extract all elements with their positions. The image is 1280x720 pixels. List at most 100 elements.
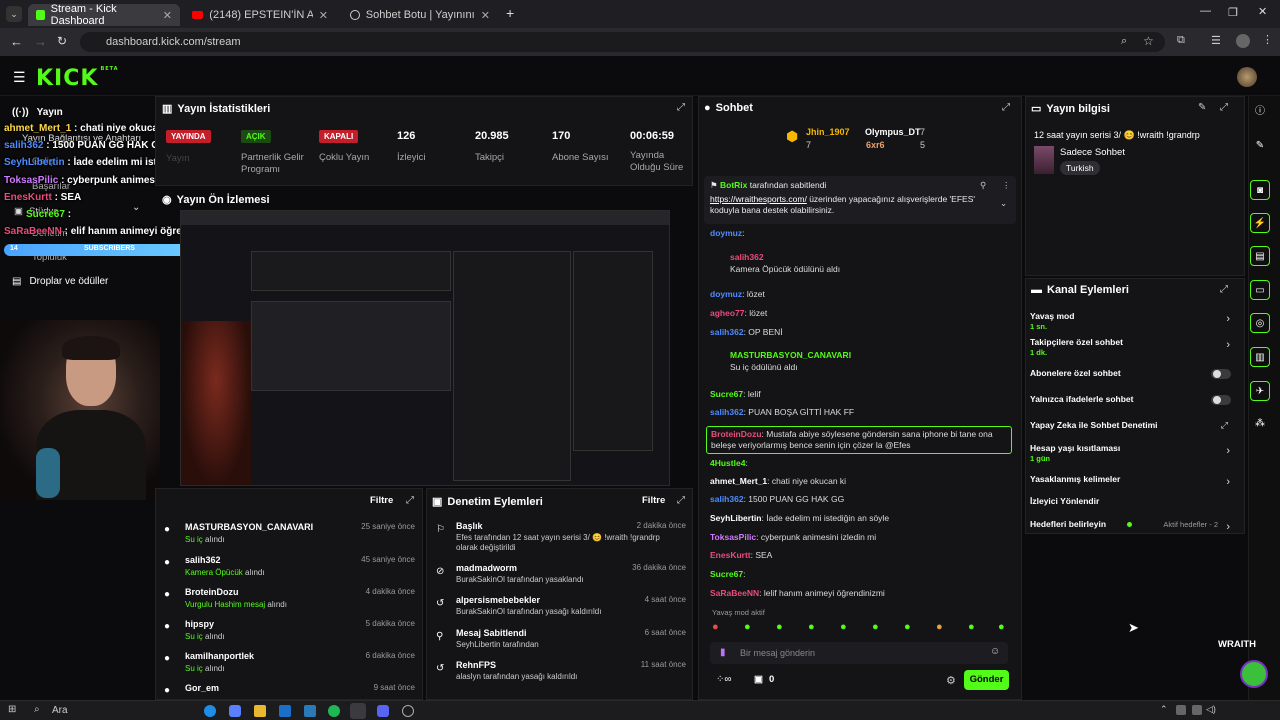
profile-avatar-icon[interactable] bbox=[1236, 34, 1250, 48]
expand-icon[interactable]: ⤢ bbox=[677, 102, 685, 113]
emote-icon[interactable]: ● bbox=[712, 621, 719, 633]
chat-username[interactable]: Sucre67 bbox=[710, 389, 743, 399]
chat-message[interactable]: doymuz: lözet bbox=[710, 289, 765, 299]
chat-message[interactable]: salih362: OP BENİ bbox=[710, 327, 783, 337]
channel-points-icon[interactable]: ⁘∞ bbox=[716, 674, 732, 685]
moderation-filter-button[interactable]: Filtre bbox=[642, 495, 665, 506]
outlook-icon[interactable] bbox=[279, 705, 291, 717]
zoom-icon[interactable]: ⌕ bbox=[1121, 35, 1127, 48]
connections-icon[interactable]: ⁂ bbox=[1250, 414, 1270, 434]
channel-action-row[interactable]: Hedefleri belirleyin › Aktif hedefler - 2 bbox=[1030, 519, 1238, 543]
reload-icon[interactable]: ↻ bbox=[57, 34, 67, 48]
moderation-row[interactable]: ↺ alpersismebebekler 4 saat önce BurakSa… bbox=[436, 595, 688, 625]
stream-preview-video[interactable] bbox=[180, 210, 670, 486]
close-icon[interactable]: ✕ bbox=[481, 9, 490, 22]
chat-message[interactable]: 4Hustle4: bbox=[710, 458, 748, 468]
document-icon[interactable]: ▤ bbox=[1250, 246, 1270, 266]
chat-settings-icon[interactable]: ⚙ bbox=[946, 674, 956, 687]
channel-action-row[interactable]: Yavaş mod 1 sn. › bbox=[1030, 311, 1238, 335]
layout-icon[interactable]: ▥ bbox=[1250, 347, 1270, 367]
emote-icon[interactable]: ● bbox=[840, 621, 847, 633]
spotify-icon[interactable] bbox=[328, 705, 340, 717]
file-explorer-icon[interactable] bbox=[254, 705, 266, 717]
chat-message[interactable]: MASTURBASYON_CANAVARI bbox=[730, 350, 851, 360]
activity-row[interactable]: ● hipspy 5 dakika önce Su iç alındı bbox=[164, 619, 418, 647]
discord-icon[interactable] bbox=[377, 705, 389, 717]
info-icon[interactable]: ⓘ bbox=[1250, 102, 1270, 122]
chat-username[interactable]: doymuz bbox=[710, 289, 742, 299]
activity-filter-button[interactable]: Filtre bbox=[370, 495, 393, 506]
activity-row[interactable]: ● MASTURBASYON_CANAVARI 25 saniye önce S… bbox=[164, 522, 418, 550]
chat-message[interactable]: BroteinDozu: Mustafa abiye söylesene gön… bbox=[706, 426, 1012, 454]
back-icon[interactable]: ← bbox=[10, 34, 23, 49]
minimize-icon[interactable]: — bbox=[1200, 5, 1211, 17]
reading-list-icon[interactable]: ☰ bbox=[1211, 34, 1221, 47]
activity-row[interactable]: ● salih362 45 saniye önce Kamera Öpücük … bbox=[164, 555, 418, 583]
expand-icon[interactable]: ⤢ bbox=[1220, 284, 1228, 295]
chat-username[interactable]: MASTURBASYON_CANAVARI bbox=[730, 350, 851, 360]
volume-icon[interactable]: ◁) bbox=[1206, 704, 1216, 715]
expand-icon[interactable]: ⤢ bbox=[1220, 102, 1228, 113]
tab-kick-dashboard[interactable]: Stream - Kick Dashboard ✕ bbox=[28, 3, 180, 27]
app-icon[interactable] bbox=[229, 705, 241, 717]
sidebar-item-stream[interactable]: ((·)) Yayın bbox=[12, 107, 63, 118]
channel-action-row[interactable]: Yasaklanmış kelimeler › bbox=[1030, 474, 1238, 498]
sidebar-item-drops[interactable]: ▤ Droplar ve ödüller bbox=[12, 276, 108, 287]
chat-username[interactable]: EnesKurtt bbox=[710, 550, 751, 560]
broadcast-icon[interactable]: ◎ bbox=[1250, 313, 1270, 333]
emote-icon[interactable]: ● bbox=[744, 621, 751, 633]
kick-logo[interactable]: KICK BETA bbox=[36, 66, 119, 91]
emote-icon[interactable]: ● bbox=[968, 621, 975, 633]
bolt-icon[interactable]: ⚡ bbox=[1250, 213, 1270, 233]
emote-icon[interactable]: ● bbox=[776, 621, 783, 633]
app-icon[interactable] bbox=[402, 705, 414, 717]
chat-message[interactable]: SaRaBeeNN: lelif hanım animeyi öğrendini… bbox=[710, 588, 885, 598]
edit-icon[interactable]: ✎ bbox=[1198, 102, 1206, 113]
channel-action-row[interactable]: Yalnızca ifadelerle sohbet bbox=[1030, 394, 1238, 418]
url-field[interactable]: dashboard.kick.com/stream bbox=[80, 32, 1165, 52]
chat-message[interactable]: EnesKurtt: SEA bbox=[710, 550, 772, 560]
pin-icon[interactable]: ⚲ bbox=[980, 180, 986, 191]
moderation-row[interactable]: ⚲ Mesaj Sabitlendi 6 saat önce SeyhLiber… bbox=[436, 628, 688, 658]
restore-icon[interactable]: ❐ bbox=[1228, 6, 1238, 19]
chat-message[interactable]: Kamera Öpücük ödülünü aldı bbox=[730, 264, 840, 274]
channel-action-row[interactable]: Yapay Zeka ile Sohbet Denetimi ⤢ bbox=[1030, 420, 1238, 444]
chat-message[interactable]: salih362 bbox=[730, 252, 764, 262]
channel-action-row[interactable]: Hesap yaşı kısıtlaması 1 gün › bbox=[1030, 443, 1238, 467]
popout-icon[interactable]: ⤢ bbox=[1002, 102, 1010, 113]
chat-icon[interactable]: ▭ bbox=[1250, 280, 1270, 300]
emote-icon[interactable]: ● bbox=[998, 621, 1005, 633]
forward-icon[interactable]: → bbox=[34, 34, 47, 49]
edit-icon[interactable]: ✎ bbox=[1250, 136, 1270, 156]
moderation-row[interactable]: ⊘ madmadworm 36 dakika önce BurakSakinOl… bbox=[436, 563, 688, 593]
chat-username[interactable]: agheo77 bbox=[710, 308, 745, 318]
chat-username[interactable]: Sucre67 bbox=[710, 569, 743, 579]
channel-action-row[interactable]: Takipçilere özel sohbet 1 dk. › bbox=[1030, 337, 1238, 361]
channel-action-row[interactable]: İzleyici Yönlendir bbox=[1030, 496, 1238, 520]
chat-username[interactable]: doymuz bbox=[710, 228, 742, 238]
tray-chevron-icon[interactable]: ⌃ bbox=[1160, 704, 1168, 715]
emote-icon[interactable]: ● bbox=[904, 621, 911, 633]
chat-message[interactable]: SeyhLibertin: İade edelim mi istediğin a… bbox=[710, 513, 889, 523]
emoji-icon[interactable]: ☺ bbox=[990, 646, 1000, 657]
chat-message[interactable]: salih362: 1500 PUAN GG HAK GG bbox=[710, 494, 844, 504]
chat-username[interactable]: ToksasPilic bbox=[710, 532, 756, 542]
chat-message[interactable]: salih362: PUAN BOŞA GİTTİ HAK FF bbox=[710, 407, 854, 417]
tab-youtube[interactable]: (2148) EPSTEIN'İN ARKASINDA✕ bbox=[184, 4, 336, 26]
chat-username[interactable]: SaRaBeeNN bbox=[710, 588, 759, 598]
edge-icon[interactable] bbox=[204, 705, 216, 717]
chat-username[interactable]: 4Hustle4 bbox=[710, 458, 745, 468]
emote-icon[interactable]: ● bbox=[808, 621, 815, 633]
tray-icon[interactable] bbox=[1176, 705, 1186, 715]
chat-message[interactable]: doymuz: bbox=[710, 228, 745, 238]
emote-icon[interactable]: ● bbox=[936, 621, 943, 633]
chat-message[interactable]: Sucre67: lelif bbox=[710, 389, 761, 399]
close-icon[interactable]: ✕ bbox=[319, 9, 328, 22]
chat-username[interactable]: SeyhLibertin bbox=[710, 513, 761, 523]
activity-row[interactable]: ● BroteinDozu 4 dakika önce Vurgulu Hash… bbox=[164, 587, 418, 615]
new-tab-icon[interactable]: + bbox=[506, 5, 514, 21]
chat-username[interactable]: salih362 bbox=[730, 252, 764, 262]
moderation-row[interactable]: ⚐ Başlık 2 dakika önce Efes tarafından 1… bbox=[436, 521, 688, 552]
camera-icon[interactable]: ◙ bbox=[1250, 180, 1270, 200]
close-icon[interactable]: ✕ bbox=[163, 9, 172, 22]
